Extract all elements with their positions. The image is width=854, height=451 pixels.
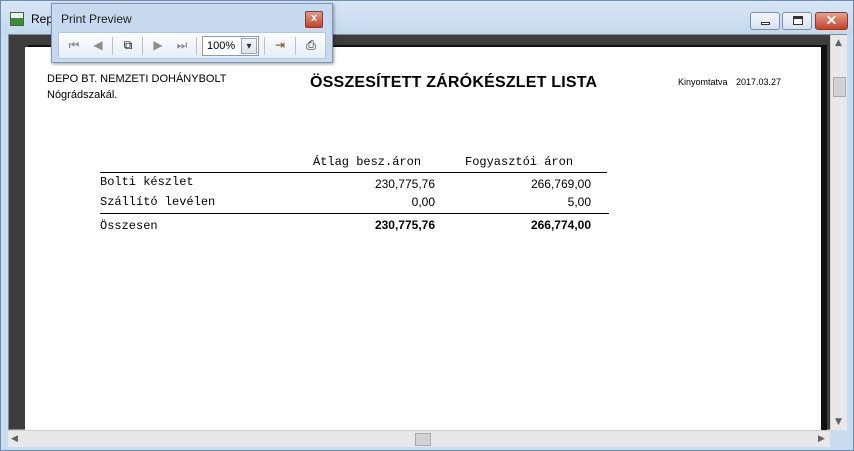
company-location: Nógrádszakál.: [47, 89, 118, 101]
print-preview-toolbar: ⏮ ◀ ⧉ ▶ ⏭ 100% ▾ ⇥ ⎙: [58, 32, 326, 59]
toolbar-separator: [112, 37, 113, 55]
zoom-select[interactable]: 100% ▾: [202, 36, 259, 56]
last-page-icon: ⏭: [176, 38, 188, 52]
row-consumer-value: 5,00: [567, 195, 591, 209]
print-preview-toolbar-window[interactable]: Print Preview x ⏮ ◀ ⧉ ▶ ⏭ 100% ▾ ⇥ ⎙: [51, 3, 333, 63]
row-label: Szállító levélen: [100, 195, 216, 209]
minimize-button[interactable]: [750, 12, 780, 30]
zoom-value: 100%: [207, 40, 236, 52]
copy-page-icon: ⧉: [123, 38, 133, 52]
horizontal-scrollbar[interactable]: ◀ ▶: [8, 430, 830, 447]
next-page-icon: ▶: [153, 38, 163, 52]
printed-label: Kinyomtatva: [678, 77, 728, 87]
minimize-icon: [761, 22, 770, 25]
copy-page-button[interactable]: ⧉: [118, 36, 138, 55]
exit-door-icon: ⇥: [274, 38, 286, 52]
row-avg-value: 0,00: [411, 195, 435, 209]
scroll-up-icon[interactable]: ▲: [835, 38, 842, 48]
main-window: Rep ✕ DEPO BT. NEMZETI DOHÁNYBOLT Nógrád…: [0, 0, 854, 451]
previous-page-icon: ◀: [93, 38, 103, 52]
row-consumer-value: 266,769,00: [530, 177, 591, 191]
maximize-button[interactable]: [782, 12, 812, 30]
first-page-icon: ⏮: [68, 38, 80, 52]
maximize-icon: [793, 16, 803, 25]
scroll-left-icon[interactable]: ◀: [11, 434, 18, 444]
printer-icon: ⎙: [306, 38, 316, 52]
chevron-down-icon: ▾: [246, 41, 252, 52]
printed-date: 2017.03.27: [736, 77, 782, 87]
total-rule: [100, 213, 609, 214]
window-title: Rep: [31, 12, 54, 26]
report-title: ÖSSZESÍTETT ZÁRÓKÉSZLET LISTA: [310, 74, 598, 91]
last-page-button[interactable]: ⏭: [172, 36, 192, 55]
vertical-scrollbar[interactable]: ▲ ▼: [830, 35, 847, 430]
scroll-down-icon[interactable]: ▼: [835, 417, 842, 427]
close-icon: ✕: [825, 12, 838, 28]
horizontal-scroll-thumb[interactable]: [415, 433, 431, 446]
toolbar-separator: [142, 37, 143, 55]
total-consumer-value: 266,774,00: [530, 218, 591, 232]
total-label: Összesen: [100, 219, 158, 233]
preview-area: DEPO BT. NEMZETI DOHÁNYBOLT Nógrádszakál…: [8, 34, 847, 431]
app-icon: [10, 12, 24, 26]
toolbar-separator: [264, 37, 265, 55]
row-avg-value: 230,775,76: [374, 177, 435, 191]
print-button[interactable]: ⎙: [301, 36, 321, 55]
next-page-button[interactable]: ▶: [148, 36, 168, 55]
vertical-scroll-thumb[interactable]: [833, 77, 846, 97]
print-preview-close-button[interactable]: x: [305, 11, 323, 28]
company-name: DEPO BT. NEMZETI DOHÁNYBOLT: [47, 73, 227, 85]
scroll-right-icon[interactable]: ▶: [818, 434, 825, 444]
report-page: DEPO BT. NEMZETI DOHÁNYBOLT Nógrádszakál…: [25, 47, 821, 431]
print-preview-title: Print Preview: [61, 12, 132, 26]
total-avg-value: 230,775,76: [374, 218, 435, 232]
toolbar-separator: [196, 37, 197, 55]
column-header-consumer: Fogyasztói áron: [465, 155, 574, 169]
exit-button[interactable]: ⇥: [270, 36, 290, 55]
header-rule: [100, 172, 607, 173]
zoom-dropdown-button[interactable]: ▾: [241, 38, 257, 54]
close-icon: x: [310, 12, 318, 24]
row-label: Bolti készlet: [100, 175, 194, 189]
toolbar-separator: [295, 37, 296, 55]
close-button[interactable]: ✕: [815, 12, 848, 30]
previous-page-button[interactable]: ◀: [88, 36, 108, 55]
column-header-avg: Átlag besz.áron: [313, 155, 422, 169]
first-page-button[interactable]: ⏮: [64, 36, 84, 55]
